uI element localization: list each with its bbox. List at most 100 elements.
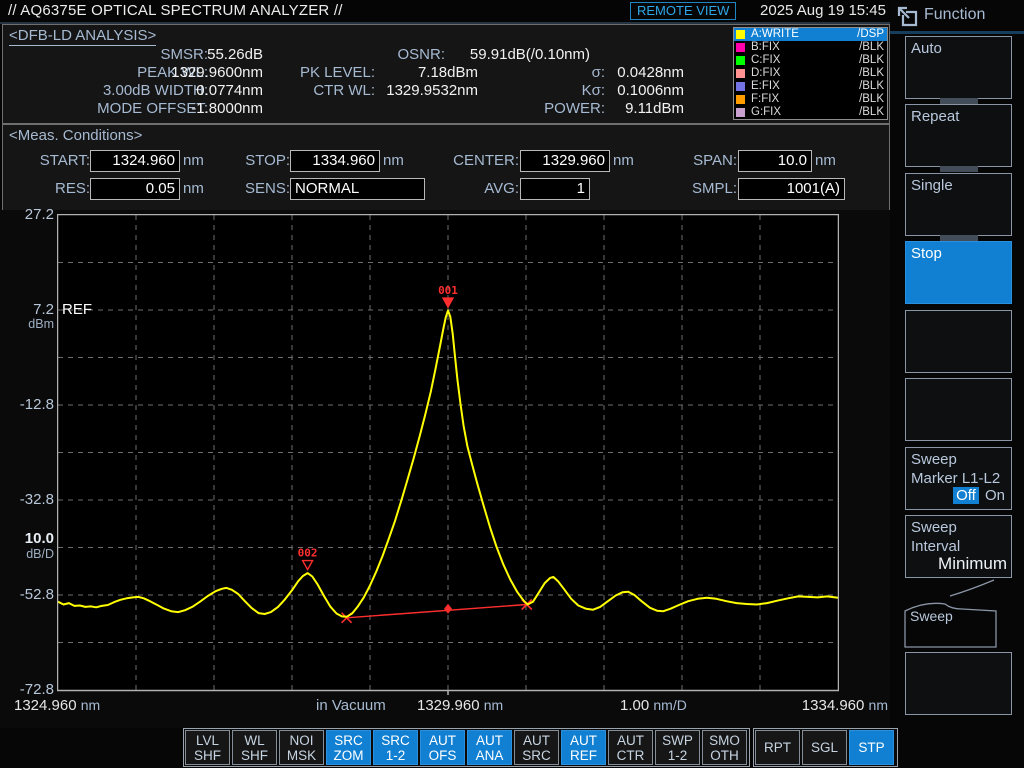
y-tick-label: 7.2 — [33, 301, 54, 318]
function-icon — [896, 5, 922, 31]
title-bar: // AQ6375E OPTICAL SPECTRUM ANALYZER // … — [0, 0, 890, 24]
toolbar-label-line1: AUT — [429, 733, 456, 748]
sweep-marker-off-toggle[interactable]: Off — [953, 487, 979, 504]
y-scale-unit: dB/D — [26, 547, 54, 561]
sens-field[interactable]: NORMAL — [290, 178, 425, 200]
y-scale-value: 10.0 — [25, 530, 54, 547]
smpl-field[interactable]: 1001(A) — [738, 178, 845, 200]
toolbar-label-line1: AUT — [476, 733, 503, 748]
toolbar-label-line2: MSK — [287, 748, 316, 763]
marker-label-002: 002 — [298, 547, 318, 560]
analysis-value: 7.18dBm — [418, 64, 478, 81]
analysis-label: SMSR: — [160, 46, 208, 63]
span-unit: nm — [815, 152, 836, 169]
smpl-label: SMPL: — [692, 180, 737, 197]
sweep-marker-line1: Sweep — [911, 450, 1006, 469]
toolbar-label-line2: 1-2 — [668, 748, 688, 763]
sens-label: SENS: — [245, 180, 290, 197]
center-field[interactable]: 1329.960 — [520, 150, 610, 172]
toolbar-src-1-2[interactable]: SRC1-2 — [373, 730, 418, 765]
softkey-stop[interactable]: Stop — [905, 241, 1012, 304]
stop-field[interactable]: 1334.960 — [290, 150, 380, 172]
toolbar-label-line1: AUT — [617, 733, 644, 748]
center-unit: nm — [613, 152, 634, 169]
datetime-display: 2025 Aug 19 15:45 — [760, 2, 886, 19]
y-tick-label: -72.8 — [20, 681, 54, 698]
toolbar-label-line1: SRC — [334, 733, 363, 748]
softkey-sweep-interval[interactable]: Sweep Interval Minimum — [905, 515, 1012, 578]
trace-row-d[interactable]: D:FIX/BLK — [734, 67, 887, 80]
toolbar-label-line2: 1-2 — [386, 748, 406, 763]
meas-conditions-heading: <Meas. Conditions> — [9, 127, 142, 144]
trace-row-e[interactable]: E:FIX/BLK — [734, 80, 887, 93]
remote-view-badge: REMOTE VIEW — [630, 2, 736, 20]
softkey-repeat[interactable]: Repeat — [905, 104, 1012, 167]
trace-name: F:FIX — [751, 93, 779, 106]
analysis-value: 55.26dB — [207, 46, 263, 63]
x-axis-left-label: 1324.960 nm — [14, 697, 100, 714]
sweep-marker-on-toggle[interactable]: On — [983, 487, 1007, 504]
sweep-interval-value: Minimum — [938, 554, 1007, 573]
trace-name: G:FIX — [751, 106, 781, 119]
toolbar-src-zom[interactable]: SRCZOM — [326, 730, 371, 765]
toolbar-rpt[interactable]: RPT — [755, 730, 800, 765]
res-field[interactable]: 0.05 — [90, 178, 180, 200]
softkey-blank-1[interactable] — [905, 310, 1012, 373]
analysis-value: 1329.9532nm — [386, 82, 478, 99]
toolbar-label-line1: AUT — [523, 733, 550, 748]
toolbar-aut-ana[interactable]: AUTANA — [467, 730, 512, 765]
osa-screen: // AQ6375E OPTICAL SPECTRUM ANALYZER // … — [0, 0, 1024, 768]
toolbar-sgl[interactable]: SGL — [802, 730, 847, 765]
toolbar-label-line2: CTR — [617, 748, 645, 763]
trace-row-g[interactable]: G:FIX/BLK — [734, 106, 887, 119]
trace-row-a[interactable]: A:WRITE/DSP — [734, 28, 887, 41]
app-title: // AQ6375E OPTICAL SPECTRUM ANALYZER // — [8, 2, 343, 19]
function-header: Function — [890, 2, 1024, 30]
trace-row-b[interactable]: B:FIX/BLK — [734, 41, 887, 54]
toolbar-smo-oth[interactable]: SMOOTH — [702, 730, 747, 765]
trace-status: /DSP — [857, 28, 884, 41]
start-field[interactable]: 1324.960 — [90, 150, 180, 172]
y-tick-label: -12.8 — [20, 396, 54, 413]
toolbar-stp[interactable]: STP — [849, 730, 894, 765]
span-field[interactable]: 10.0 — [738, 150, 812, 172]
y-tick-label: 27.2 — [25, 206, 54, 223]
avg-label: AVG: — [484, 180, 519, 197]
toolbar-noi-msk[interactable]: NOIMSK — [279, 730, 324, 765]
x-axis-center-label: 1329.960 nm — [417, 697, 503, 714]
trace-row-f[interactable]: F:FIX/BLK — [734, 93, 887, 106]
toolbar-lvl-shf[interactable]: LVLSHF — [185, 730, 230, 765]
softkey-auto[interactable]: Auto — [905, 36, 1012, 99]
trace-status: /BLK — [859, 106, 884, 119]
y-axis-unit: dBm — [28, 317, 54, 331]
toolbar-aut-ref[interactable]: AUTREF — [561, 730, 606, 765]
toolbar-swp-1-2[interactable]: SWP1-2 — [655, 730, 700, 765]
toolbar-wl-shf[interactable]: WLSHF — [232, 730, 277, 765]
toolbar-label-line1: LVL — [196, 733, 219, 748]
toolbar-aut-ofs[interactable]: AUTOFS — [420, 730, 465, 765]
toolbar-label: STP — [858, 740, 884, 755]
analysis-label: PK LEVEL: — [300, 64, 375, 81]
trace-row-c[interactable]: C:FIX/BLK — [734, 54, 887, 67]
softkey-sweep-marker[interactable]: Sweep Marker L1-L2 Off On — [905, 447, 1012, 510]
trace-name: E:FIX — [751, 80, 780, 93]
toolbar-sweep-group: RPTSGL STP — [753, 728, 898, 767]
avg-field[interactable]: 1 — [520, 178, 590, 200]
trace-name: A:WRITE — [751, 28, 799, 41]
trace-status: /BLK — [859, 67, 884, 80]
toolbar-aut-ctr[interactable]: AUTCTR — [608, 730, 653, 765]
analysis-value: 0.0428nm — [617, 64, 684, 81]
softkey-blank-2[interactable] — [905, 378, 1012, 441]
analysis-label: CTR WL: — [313, 82, 375, 99]
analysis-label: σ: — [592, 64, 605, 81]
toolbar-label-line1: AUT — [570, 733, 597, 748]
toolbar-label-line2: SRC — [522, 748, 551, 763]
softkey-blank-3[interactable] — [905, 652, 1012, 715]
toolbar-aut-src[interactable]: AUTSRC — [514, 730, 559, 765]
softkey-single[interactable]: Single — [905, 173, 1012, 236]
toolbar-label-line2: OTH — [710, 748, 739, 763]
analysis-value: 0.0774nm — [196, 82, 263, 99]
toolbar-shortcut-group: LVLSHFWLSHFNOIMSKSRCZOMSRC1-2AUTOFSAUTAN… — [183, 728, 750, 767]
analysis-label: 3.00dB WIDTH: — [103, 82, 208, 99]
softkey-sidebar: Function Auto Repeat Single Stop Sweep M… — [890, 0, 1024, 768]
